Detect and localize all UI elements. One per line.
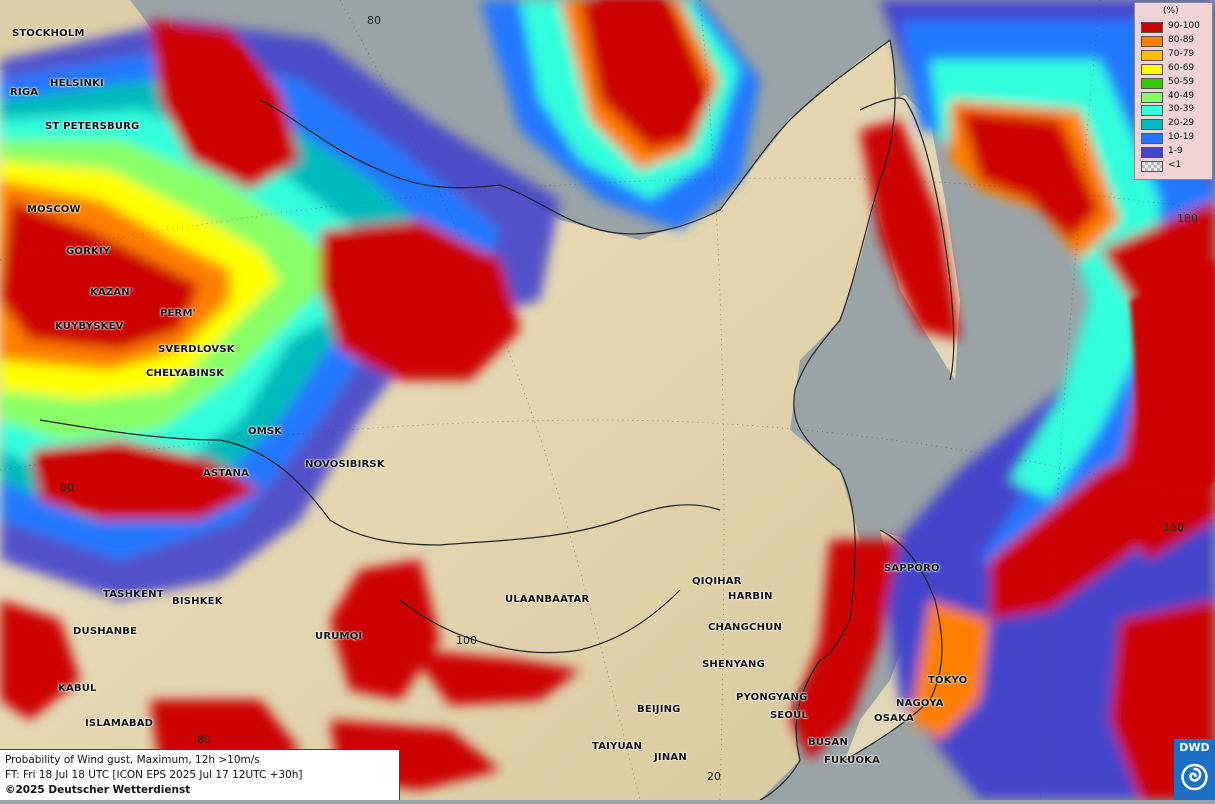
city-label: RIGA	[10, 87, 39, 98]
legend-swatch	[1141, 133, 1163, 145]
city-label: ST PETERSBURG	[45, 121, 140, 132]
legend-swatch	[1141, 91, 1163, 103]
city-label: ISLAMABAD	[85, 718, 154, 729]
legend-swatch	[1141, 35, 1163, 47]
legend-unit: (%)	[1163, 6, 1179, 16]
city-label: MOSCOW	[27, 204, 81, 215]
city-label: SVERDLOVSK	[158, 344, 235, 355]
city-label: PERM'	[160, 308, 196, 319]
legend-label: 30-39	[1168, 104, 1195, 115]
legend-swatch	[1141, 49, 1163, 61]
legend: (%) 90-100 80-89 70-79 60-69 50-59 40-49 30-39…	[1134, 2, 1213, 180]
legend-label: 1-9	[1168, 146, 1183, 157]
city-label: TOKYO	[928, 675, 968, 686]
graticule-label: 80	[197, 733, 211, 746]
info-product: Probability of Wind gust, Maximum, 12h >…	[5, 754, 260, 766]
city-label: OSAKA	[874, 713, 914, 724]
legend-swatch	[1141, 22, 1163, 33]
city-label: SHENYANG	[702, 659, 765, 670]
legend-swatch	[1141, 105, 1163, 117]
legend-label: 10-19	[1168, 132, 1195, 143]
legend-label: 50-59	[1168, 76, 1195, 87]
graticule-label: 60	[60, 481, 74, 494]
city-label: SEOUL	[770, 710, 809, 721]
city-label: KABUL	[58, 683, 97, 694]
city-label: NAGOYA	[896, 698, 944, 709]
city-label: HARBIN	[728, 591, 773, 602]
legend-label: 70-79	[1168, 48, 1195, 59]
city-label: DUSHANBE	[73, 626, 138, 637]
city-label: URUMQI	[315, 631, 363, 642]
graticule-label: 100	[456, 634, 477, 647]
legend-swatch	[1141, 119, 1163, 131]
dwd-logo: DWD	[1174, 739, 1215, 800]
legend-label: <1	[1168, 160, 1182, 170]
legend-swatch	[1141, 77, 1163, 89]
city-label: JINAN	[654, 752, 687, 763]
city-label: KUYBYSKEV	[55, 321, 124, 332]
city-label: CHELYABINSK	[146, 368, 225, 379]
city-label: BEIJING	[637, 704, 681, 715]
legend-label: 80-89	[1168, 34, 1195, 45]
city-label: STOCKHOLM	[12, 28, 85, 39]
city-label: BUSAN	[808, 737, 849, 748]
forecast-map: STOCKHOLM HELSINKI RIGA ST PETERSBURG MOSCOW…	[0, 0, 1215, 801]
city-label: ASTANA	[203, 468, 250, 479]
city-label: NOVOSIBIRSK	[305, 459, 385, 470]
city-label: TASHKENT	[103, 589, 164, 600]
legend-swatch	[1141, 63, 1163, 75]
info-forecast-time: FT: Fri 18 Jul 18 UTC [ICON EPS 2025 Jul…	[5, 769, 303, 781]
info-box: Probability of Wind gust, Maximum, 12h >…	[0, 749, 400, 800]
graticule-label: 20	[707, 770, 721, 783]
legend-swatch	[1141, 161, 1163, 172]
info-copyright: ©2025 Deutscher Wetterdienst	[5, 784, 191, 796]
city-label: BISHKEK	[172, 596, 223, 607]
city-label: TAIYUAN	[592, 741, 643, 752]
city-label: PYONGYANG	[736, 692, 808, 703]
city-label: KAZAN'	[90, 287, 134, 298]
city-label: QIQIHAR	[692, 576, 742, 587]
city-label: ULAANBAATAR	[505, 594, 590, 605]
legend-label: 40-49	[1168, 90, 1195, 101]
city-label: SAPPORO	[884, 563, 940, 574]
city-label: HELSINKI	[50, 78, 104, 89]
legend-label: 90-100	[1168, 21, 1200, 31]
dwd-swirl-icon	[1181, 763, 1208, 791]
legend-label: 20-29	[1168, 118, 1195, 129]
legend-swatch	[1141, 147, 1163, 159]
graticule-label: 160	[1163, 521, 1184, 534]
graticule-label: 80	[367, 14, 381, 27]
city-label: GORKIY	[66, 246, 111, 257]
city-label: CHANGCHUN	[708, 622, 783, 633]
map-canvas	[0, 0, 1215, 801]
graticule-label: 180	[1177, 212, 1198, 225]
legend-label: 60-69	[1168, 62, 1195, 73]
city-label: OMSK	[248, 426, 283, 437]
city-label: FUKUOKA	[824, 755, 881, 766]
